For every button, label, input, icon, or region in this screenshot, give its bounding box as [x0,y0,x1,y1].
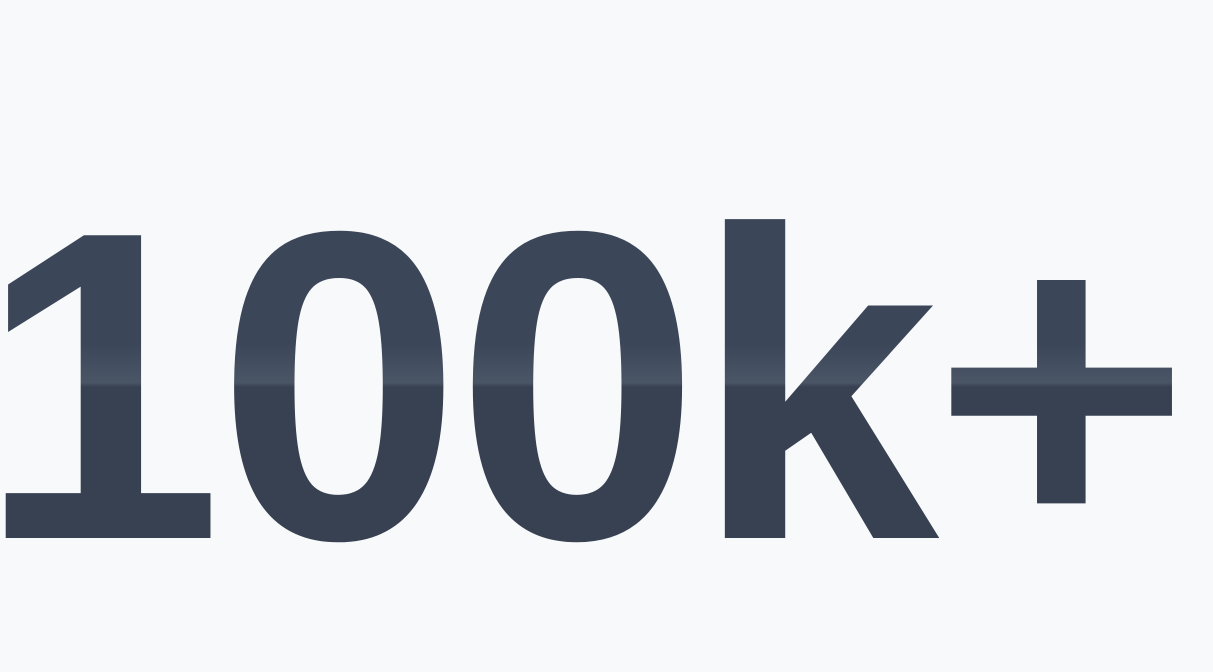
stat-value: 100k+ [0,167,1190,607]
